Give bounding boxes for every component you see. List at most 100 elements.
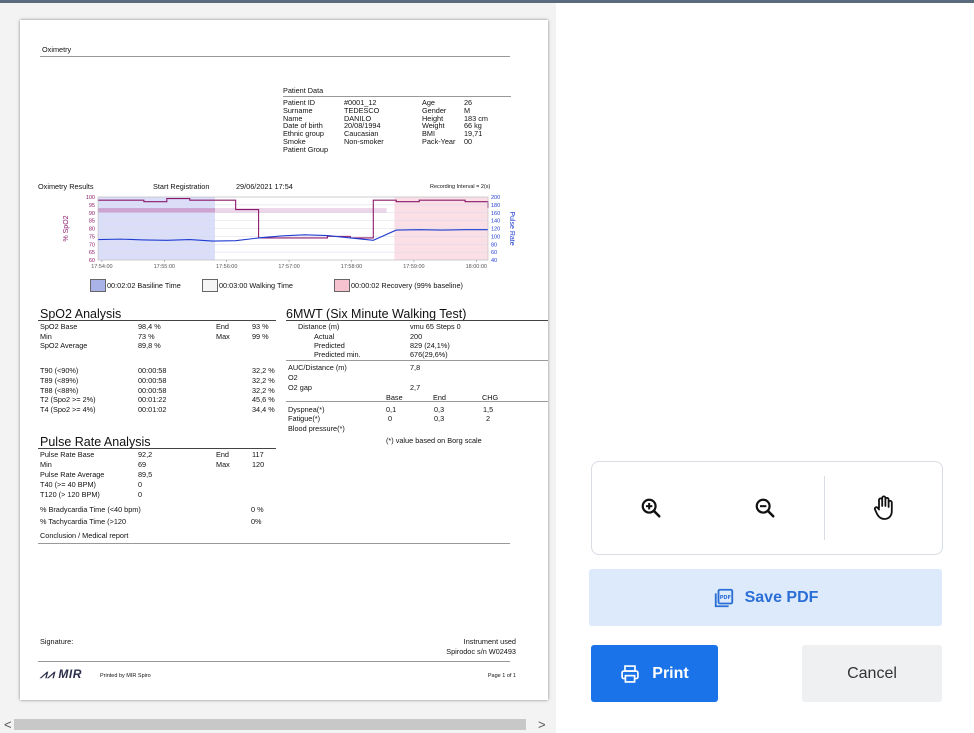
y2-tick-label: 200: [491, 195, 500, 201]
spo2-time-cell: T90 (<90%): [40, 366, 79, 375]
horizontal-scrollbar[interactable]: < >: [0, 716, 556, 733]
pulse-analysis-title: Pulse Rate Analysis: [40, 435, 151, 449]
spo2-time-cell: 00:00:58: [138, 375, 167, 385]
spo2-cell: 89,8 %: [138, 341, 161, 350]
legend-recovery: 00:00:02 Recovery (99% baseline): [351, 281, 463, 290]
walking-range: [215, 208, 387, 213]
table-row: T40 (>= 40 BPM) 0: [40, 480, 280, 490]
fatigue-end: 0,3: [434, 414, 445, 423]
zoom-out-button[interactable]: [708, 462, 822, 554]
spo2-time-table: T90 (<90%) 00:00:58 32,2 % T89 (<89%) 00:00:…: [40, 366, 280, 415]
mir-logo-mark: ⩘⩘: [40, 667, 55, 681]
patient-field-label: Patient Group: [283, 144, 329, 154]
table-row: Min 69 Max 120: [40, 460, 280, 470]
spo2-table: SpO2 Base 98,4 % End 93 % Min 73 % Max 99 % SpO2…: [40, 322, 280, 351]
y2-tick-label: 100: [491, 234, 500, 240]
pulse-cell: 89,5: [138, 470, 153, 479]
viewer-toolbar: [591, 461, 943, 555]
predicted-min-label: Predicted min.: [314, 350, 361, 359]
spo2-cell: SpO2 Base: [40, 322, 78, 331]
y-tick-label: 75: [89, 234, 95, 240]
spo2-time-cell: 32,2 %: [252, 385, 275, 395]
printed-by: Printed by MIR Spiro: [100, 673, 151, 679]
y2-tick-label: 80: [491, 242, 497, 248]
borg-note: (*) value based on Borg scale: [386, 436, 482, 445]
spo2-time-cell: 00:01:02: [138, 405, 167, 415]
table-row: T2 (Spo2 >= 2%) 00:01:22 45,6 %: [40, 395, 280, 405]
y2-tick-label: 180: [491, 203, 500, 209]
y-tick-label: 80: [89, 227, 95, 233]
instrument-label: Instrument used: [463, 637, 516, 646]
pdf-preview-pane[interactable]: Oximetry Patient Data Patient ID Surname N…: [0, 3, 556, 733]
x-tick-label: 17:59:00: [403, 264, 424, 270]
spo2-time-cell: 45,6 %: [252, 395, 275, 405]
fatigue-base: 0: [388, 414, 393, 423]
bradycardia-value: 0 %: [251, 505, 264, 514]
table-row: T120 (> 120 BPM) 0: [40, 490, 280, 500]
hand-icon: [873, 495, 893, 520]
printer-icon: [621, 664, 640, 683]
divider: [38, 320, 276, 321]
tachycardia-value: 0%: [251, 517, 262, 526]
y-tick-label: 70: [89, 242, 95, 248]
o2-gap-label: O2 gap: [288, 383, 312, 392]
divider: [38, 543, 510, 544]
scrollbar-thumb[interactable]: [14, 719, 526, 730]
print-label: Print: [652, 664, 689, 682]
x-tick-label: 17:54:00: [91, 264, 112, 270]
cancel-button[interactable]: Cancel: [802, 645, 942, 702]
table-row: SpO2 Average 89,8 %: [40, 341, 280, 351]
legend-swatch-walking: [202, 279, 218, 292]
scroll-right-arrow[interactable]: >: [538, 716, 546, 733]
pulse-cell: 0: [138, 480, 143, 489]
report-page: Oximetry Patient Data Patient ID Surname N…: [20, 20, 548, 700]
mir-logo: ⩘⩘ MIR: [40, 667, 82, 682]
cancel-label: Cancel: [847, 664, 897, 682]
baseline-range: [98, 208, 215, 213]
mir-logo-text: MIR: [58, 667, 82, 681]
o2-gap-value: 2,7: [410, 383, 421, 392]
spo2-time-cell: 00:00:58: [138, 385, 167, 395]
pulse-cell: End: [216, 450, 229, 459]
spo2-cell: SpO2 Average: [40, 341, 88, 350]
y2-tick-label: 160: [491, 211, 500, 217]
predicted-value: 829 (24,1%): [410, 341, 450, 350]
pan-button[interactable]: [827, 462, 941, 554]
zoom-in-button[interactable]: [594, 462, 708, 554]
table-row: T89 (<89%) 00:00:58 32,2 %: [40, 376, 280, 386]
fatigue-label: Fatigue(*): [288, 414, 321, 423]
legend-baseline: 00:02:02 Basiline Time: [107, 281, 181, 290]
y-tick-label: 65: [89, 250, 95, 256]
pulse-cell: Min: [40, 460, 52, 469]
spo2-time-cell: 32,2 %: [252, 366, 275, 375]
predicted-min-value: 676(29,6%): [410, 350, 448, 359]
divider: [40, 56, 510, 57]
patient-labels-2: Age Gender Height Weight BMI Pack-Year: [422, 99, 455, 146]
spo2-cell: 99 %: [252, 331, 269, 341]
legend-swatch-baseline: [90, 279, 106, 292]
spo2-time-cell: T89 (<89%): [40, 375, 79, 385]
divider: [286, 320, 548, 321]
y2-tick-label: 140: [491, 219, 500, 225]
spo2-time-cell: T4 (Spo2 >= 4%): [40, 405, 96, 415]
spo2-cell: 73 %: [138, 331, 155, 341]
pulse-cell: 117: [252, 450, 264, 459]
x-tick-label: 17:56:00: [216, 264, 237, 270]
table-row: Min 73 % Max 99 %: [40, 332, 280, 342]
dyspnea-chg: 1,5: [483, 405, 494, 414]
spo2-time-cell: 32,2 %: [252, 375, 275, 385]
auc-label: AUC/Distance (m): [288, 363, 347, 372]
legend-swatch-recovery: [334, 279, 350, 292]
y2-tick-label: 40: [491, 258, 497, 264]
zoom-in-icon: [641, 498, 661, 518]
scroll-left-arrow[interactable]: <: [4, 716, 12, 733]
print-button[interactable]: Print: [591, 645, 718, 702]
table-row: T88 (<88%) 00:00:58 32,2 %: [40, 386, 280, 396]
save-pdf-button[interactable]: PDF Save PDF: [589, 569, 942, 626]
pulse-cell: 92,2: [138, 450, 153, 459]
legend-walking: 00:03:00 Walking Time: [219, 281, 293, 290]
spo2-time-cell: T88 (<88%): [40, 385, 79, 395]
actual-value: 200: [410, 332, 423, 341]
pulse-cell: 120: [252, 460, 265, 469]
divider: [283, 96, 511, 97]
